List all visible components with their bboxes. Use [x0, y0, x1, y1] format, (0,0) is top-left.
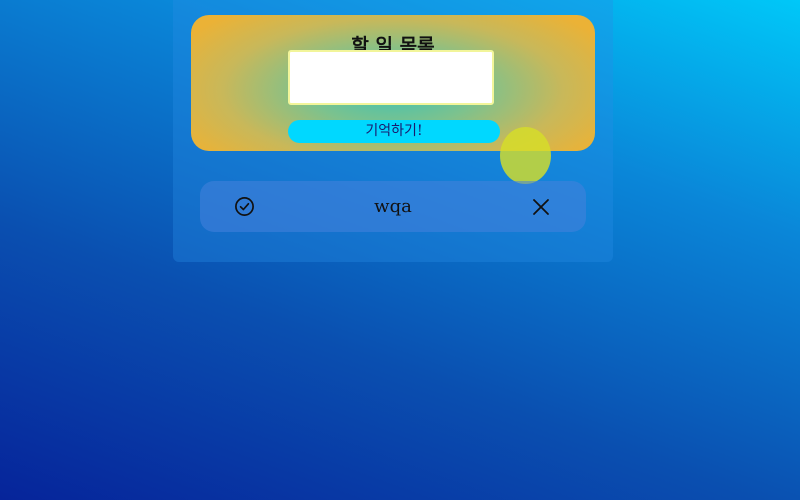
todo-input[interactable]	[288, 50, 494, 105]
todo-text: wqa	[374, 196, 412, 217]
decorative-blob	[500, 127, 551, 184]
close-icon[interactable]	[532, 198, 550, 216]
todo-item: wqa	[200, 181, 586, 232]
remember-button[interactable]: 기억하기!	[288, 120, 500, 143]
check-circle-icon[interactable]	[234, 196, 255, 217]
